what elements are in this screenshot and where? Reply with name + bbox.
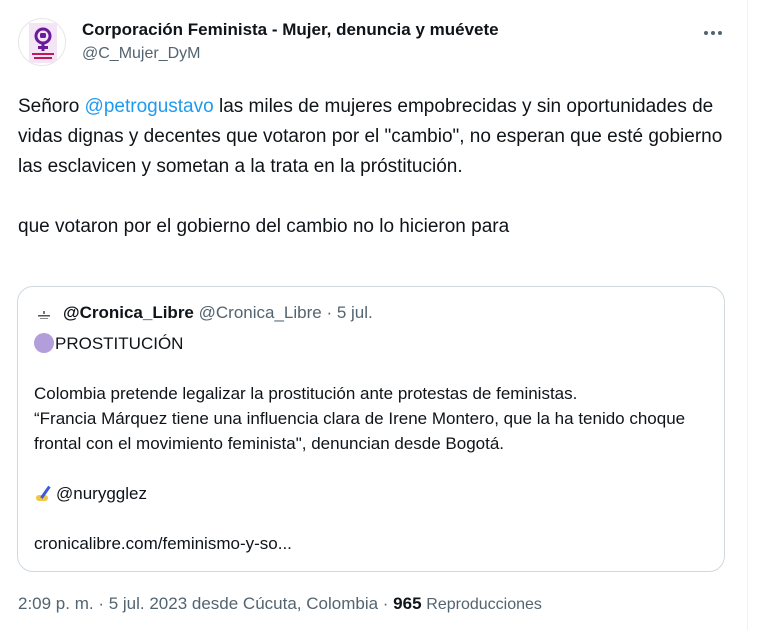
tweet-time[interactable]: 2:09 p. m. [18, 594, 94, 613]
quoted-tweet-date[interactable]: 5 jul. [337, 303, 373, 322]
tweet-paragraph-1: Señoro @petrogustavo las miles de mujere… [18, 92, 728, 182]
purple-circle-icon [34, 333, 54, 353]
quoted-author-handle[interactable]: @Cronica_Libre [199, 303, 322, 322]
tweet-header: Corporación Feminista - Mujer, denuncia … [18, 14, 730, 70]
author-name[interactable]: Corporación Feminista - Mujer, denuncia … [82, 20, 499, 40]
footer-separator: · [378, 594, 394, 613]
venus-fist-logo-icon [29, 23, 57, 63]
quoted-tweet-card[interactable]: @Cronica_Libre @Cronica_Libre · 5 jul. P… [17, 286, 725, 572]
tweet-date-location[interactable]: 5 jul. 2023 desde Cúcuta, Colombia [109, 594, 378, 613]
mention-link[interactable]: @petrogustavo [85, 96, 214, 117]
quoted-heading: PROSTITUCIÓN [34, 331, 714, 356]
quoted-credit-text: @nurygglez [56, 484, 147, 503]
author-avatar[interactable] [18, 18, 66, 66]
quoted-author-name[interactable]: @Cronica_Libre [63, 303, 194, 322]
more-options-button[interactable] [696, 16, 730, 50]
quoted-author-credit: @nurygglez [34, 481, 714, 506]
quoted-link[interactable]: cronicalibre.com/feminismo-y-so... [34, 531, 714, 556]
writing-hand-icon [36, 485, 51, 501]
author-handle[interactable]: @C_Mujer_DyM [82, 45, 200, 63]
tweet-text: Señoro @petrogustavo las miles de mujere… [18, 92, 728, 242]
quoted-heading-text: PROSTITUCIÓN [55, 334, 184, 353]
quoted-line-2: “Francia Márquez tiene una influencia cl… [34, 409, 686, 453]
quoted-line-1: Colombia pretende legalizar la prostituc… [34, 384, 578, 403]
views-label: Reproducciones [426, 596, 542, 613]
more-horizontal-icon [704, 31, 708, 35]
views-count: 965 [393, 594, 422, 613]
cronica-libre-logo-icon [38, 311, 50, 319]
tweet-paragraph-2: que votaron por el gobierno del cambio n… [18, 216, 510, 237]
footer-separator: · [93, 594, 109, 613]
more-dot [718, 31, 722, 35]
tweet-footer: 2:09 p. m. · 5 jul. 2023 desde Cúcuta, C… [18, 594, 542, 614]
quoted-tweet-body: PROSTITUCIÓN Colombia pretende legalizar… [34, 331, 714, 556]
tweet-text-prefix: Señoro [18, 96, 85, 117]
meta-separator: · [321, 303, 337, 322]
more-dot [711, 31, 715, 35]
quoted-tweet-header: @Cronica_Libre @Cronica_Libre · 5 jul. [63, 303, 373, 323]
right-divider [747, 0, 748, 630]
quoted-author-avatar[interactable] [34, 307, 54, 327]
